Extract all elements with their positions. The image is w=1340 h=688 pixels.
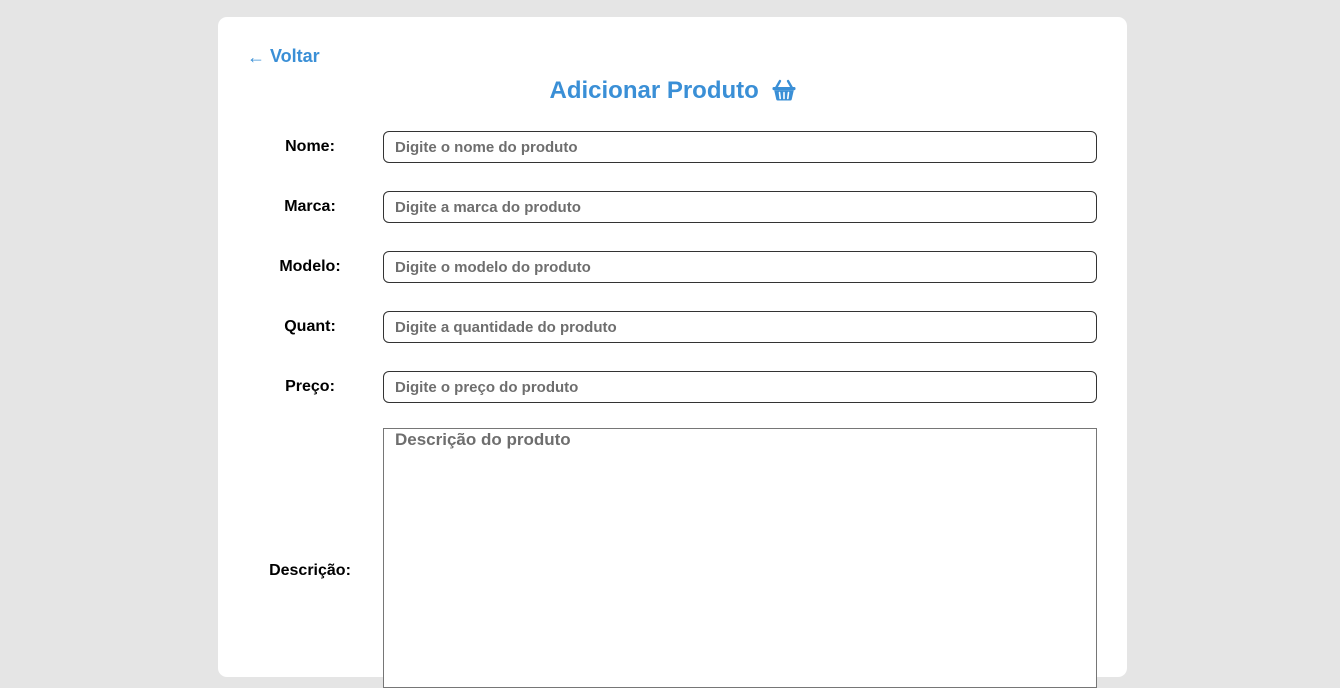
- quant-label: Quant:: [284, 318, 336, 335]
- nome-input[interactable]: [383, 131, 1097, 163]
- marca-input[interactable]: [383, 191, 1097, 223]
- arrow-left-icon: ←: [247, 46, 265, 67]
- preco-label: Preço:: [285, 378, 335, 395]
- form-card: ← Voltar Adicionar Produto Nome: Marca: …: [218, 17, 1127, 688]
- page-title: Adicionar Produto: [218, 77, 1127, 108]
- marca-label: Marca:: [284, 198, 336, 215]
- basket-icon: [772, 79, 796, 108]
- descricao-textarea[interactable]: [383, 428, 1097, 688]
- modelo-label: Modelo:: [279, 258, 341, 275]
- descricao-label: Descrição:: [269, 562, 351, 579]
- nome-label: Nome:: [285, 138, 335, 155]
- modelo-input[interactable]: [383, 251, 1097, 283]
- page-title-text: Adicionar Produto: [549, 77, 759, 104]
- back-link[interactable]: ← Voltar: [247, 46, 320, 67]
- back-link-label: Voltar: [270, 46, 320, 66]
- preco-input[interactable]: [383, 371, 1097, 403]
- quant-input[interactable]: [383, 311, 1097, 343]
